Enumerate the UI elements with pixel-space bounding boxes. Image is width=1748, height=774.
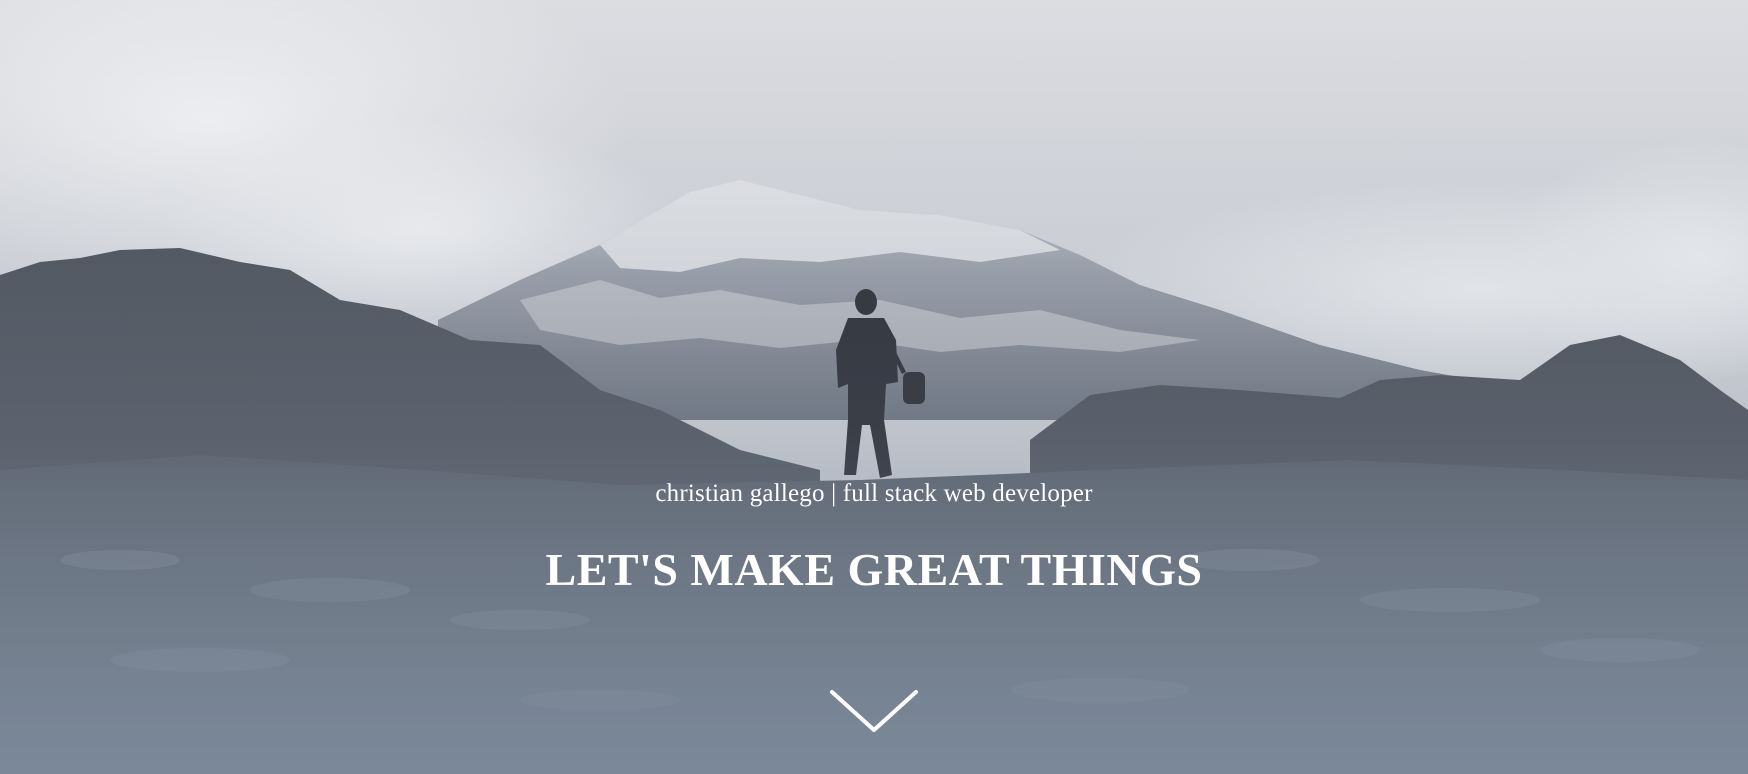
chevron-down-icon: [830, 690, 918, 732]
hero-tagline: christian gallego | full stack web devel…: [655, 480, 1093, 507]
hero-section: christian gallego | full stack web devel…: [0, 0, 1748, 774]
hero-headline: LET'S MAKE GREAT THINGS: [545, 544, 1203, 595]
scroll-down-button[interactable]: [824, 682, 924, 738]
hero-background-image: [0, 0, 1748, 774]
